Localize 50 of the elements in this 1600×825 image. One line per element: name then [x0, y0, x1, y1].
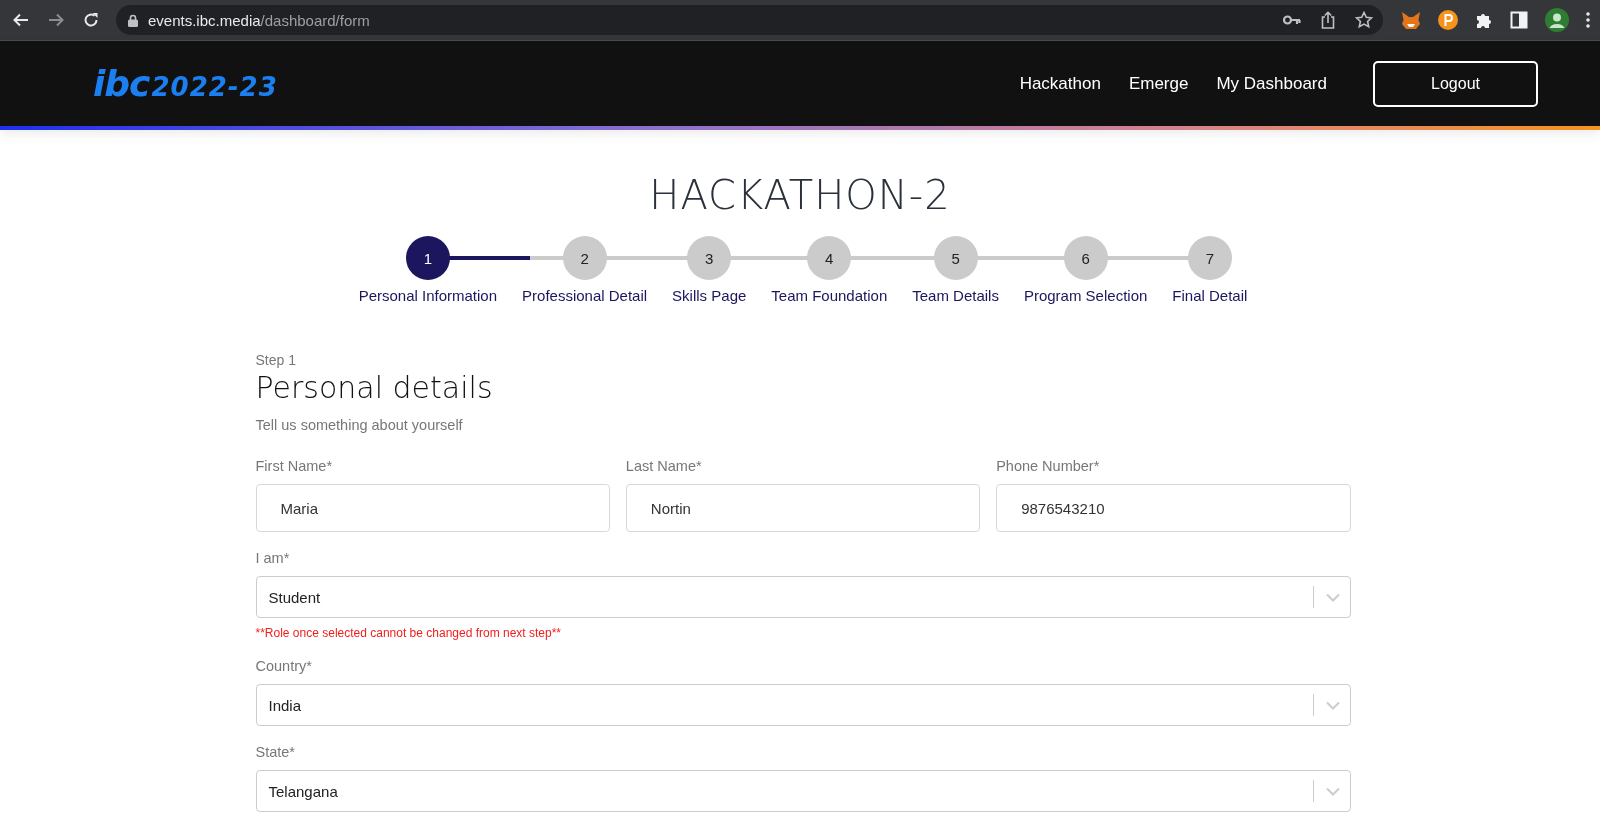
share-icon[interactable]: [1321, 11, 1335, 29]
lock-icon[interactable]: [128, 13, 138, 27]
section-subtitle: Tell us something about yourself: [255, 417, 464, 433]
circle-p-icon[interactable]: [1438, 10, 1458, 30]
forward-icon[interactable]: [47, 11, 65, 29]
step-label[interactable]: Team Details: [912, 287, 999, 304]
field-label: Country*: [255, 658, 313, 674]
dropdown[interactable]: Student: [255, 576, 1351, 618]
field-label: First Name*: [255, 458, 334, 474]
step-circle[interactable]: 7: [1187, 236, 1232, 280]
nav-link[interactable]: Emerge: [1128, 73, 1189, 94]
logo-text[interactable]: 2022-23: [151, 72, 278, 102]
field-label: Phone Number*: [996, 458, 1101, 474]
step-circle[interactable]: 4: [807, 236, 852, 280]
dropdown[interactable]: Telangana: [255, 770, 1351, 812]
logout-button[interactable]: Logout: [1373, 60, 1538, 107]
step-circle[interactable]: 6: [1063, 236, 1108, 280]
star-icon[interactable]: [1355, 11, 1373, 29]
avatar-icon[interactable]: [1545, 8, 1569, 32]
input-field[interactable]: Maria: [255, 484, 610, 532]
step-label[interactable]: Final Detail: [1172, 287, 1248, 304]
step-circle[interactable]: 3: [687, 236, 732, 280]
key-icon[interactable]: [1283, 15, 1301, 25]
step-label[interactable]: Skills Page: [672, 287, 747, 304]
step-circle[interactable]: 2: [562, 236, 607, 280]
logo-mark[interactable]: ibc: [93, 63, 150, 104]
step-label[interactable]: Program Selection: [1023, 287, 1148, 304]
step-circle[interactable]: 5: [933, 236, 978, 280]
puzzle-icon[interactable]: [1475, 11, 1493, 29]
step-caption: Step 1: [255, 352, 297, 368]
field-label: I am*: [255, 550, 291, 566]
step-label[interactable]: Professional Detail: [522, 287, 648, 304]
step-circle[interactable]: 1: [405, 236, 450, 280]
field-label: Last Name*: [625, 458, 703, 474]
nav-link[interactable]: Hackathon: [1019, 73, 1101, 94]
page-title: HACKATHON-2: [649, 172, 951, 218]
field-label: State*: [255, 744, 296, 760]
warning-text: **Role once selected cannot be changed from next step**: [255, 626, 563, 640]
more-icon[interactable]: [1586, 12, 1590, 28]
step-label[interactable]: Team Foundation: [771, 287, 888, 304]
input-field[interactable]: 9876543210: [996, 484, 1351, 532]
fox-icon[interactable]: [1401, 10, 1421, 30]
back-icon[interactable]: [12, 11, 30, 29]
step-label[interactable]: Personal Information: [358, 287, 498, 304]
sidebar-icon[interactable]: [1510, 11, 1528, 29]
input-field[interactable]: Nortin: [625, 484, 981, 532]
section-heading: Personal details: [255, 370, 494, 405]
dropdown[interactable]: India: [255, 684, 1351, 726]
reload-icon[interactable]: [82, 11, 100, 29]
nav-link[interactable]: My Dashboard: [1216, 73, 1327, 94]
